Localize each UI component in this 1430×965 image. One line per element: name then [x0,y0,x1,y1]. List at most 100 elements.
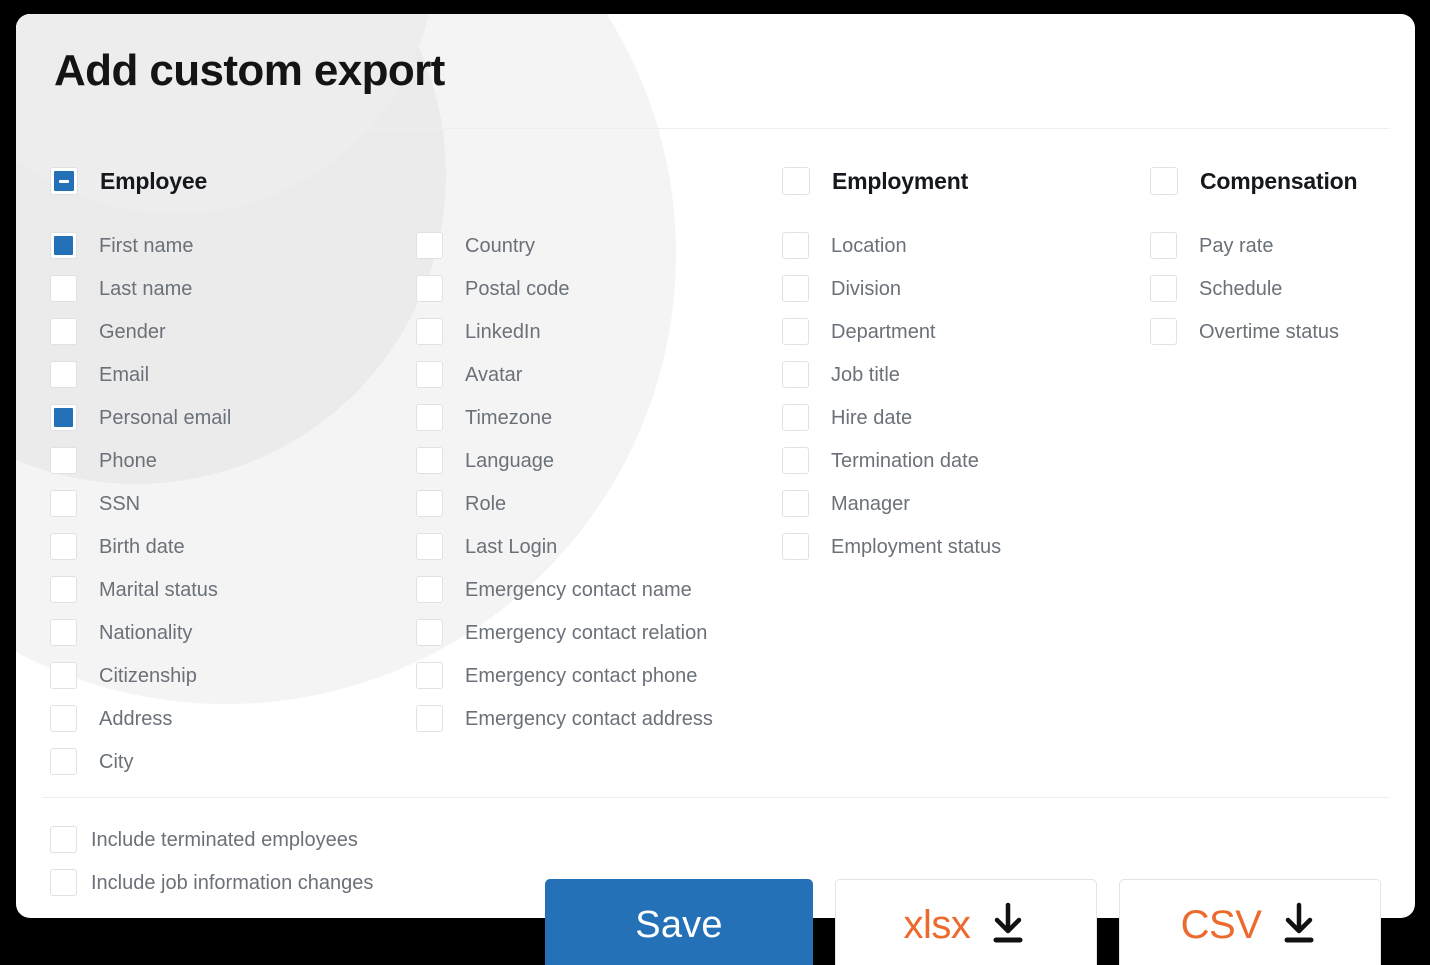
group-checkbox-employee[interactable] [50,167,78,195]
group-header-compensation[interactable]: Compensation [1150,159,1415,203]
checkbox-emergency-contact-name[interactable] [416,576,443,603]
checkbox-address[interactable] [50,705,77,732]
field-row-marital-status[interactable]: Marital status [50,568,420,611]
checkbox-pay-rate[interactable] [1150,232,1177,259]
checkbox-timezone[interactable] [416,404,443,431]
field-label-last-login: Last Login [465,535,558,558]
checkbox-last-name[interactable] [50,275,77,302]
group-checkbox-employment[interactable] [782,167,810,195]
checkbox-nationality[interactable] [50,619,77,646]
checkbox-linkedin[interactable] [416,318,443,345]
group-header-employment[interactable]: Employment [782,159,1154,203]
checkbox-postal-code[interactable] [416,275,443,302]
field-row-emergency-contact-relation[interactable]: Emergency contact relation [416,611,791,654]
checkbox-city[interactable] [50,748,77,775]
save-button[interactable]: Save [545,879,813,965]
checkbox-emergency-contact-relation[interactable] [416,619,443,646]
checkbox-job-title[interactable] [782,361,809,388]
column-employee-primary: Employee First name Last name Gender Ema… [50,129,420,783]
field-row-last-name[interactable]: Last name [50,267,420,310]
field-row-gender[interactable]: Gender [50,310,420,353]
field-row-personal-email[interactable]: Personal email [50,396,420,439]
field-row-last-login[interactable]: Last Login [416,525,791,568]
field-label-job-title: Job title [831,363,900,386]
field-row-emergency-contact-address[interactable]: Emergency contact address [416,697,791,740]
field-row-pay-rate[interactable]: Pay rate [1150,224,1415,267]
field-row-location[interactable]: Location [782,224,1154,267]
field-label-schedule: Schedule [1199,277,1283,300]
column-employee-secondary: Country Postal code LinkedIn Avatar Time… [416,129,791,740]
checkbox-include-job-information-changes[interactable] [50,869,77,896]
field-row-birth-date[interactable]: Birth date [50,525,420,568]
checkbox-citizenship[interactable] [50,662,77,689]
checkbox-phone[interactable] [50,447,77,474]
field-row-job-title[interactable]: Job title [782,353,1154,396]
checkbox-ssn[interactable] [50,490,77,517]
field-row-citizenship[interactable]: Citizenship [50,654,420,697]
field-row-emergency-contact-name[interactable]: Emergency contact name [416,568,791,611]
field-row-schedule[interactable]: Schedule [1150,267,1415,310]
checkbox-overtime-status[interactable] [1150,318,1177,345]
checkbox-birth-date[interactable] [50,533,77,560]
field-row-address[interactable]: Address [50,697,420,740]
field-row-division[interactable]: Division [782,267,1154,310]
checkbox-gender[interactable] [50,318,77,345]
field-row-overtime-status[interactable]: Overtime status [1150,310,1415,353]
field-row-country[interactable]: Country [416,224,791,267]
field-row-first-name[interactable]: First name [50,224,420,267]
group-label-employee: Employee [100,167,208,194]
field-row-hire-date[interactable]: Hire date [782,396,1154,439]
field-row-email[interactable]: Email [50,353,420,396]
field-row-termination-date[interactable]: Termination date [782,439,1154,482]
field-row-linkedin[interactable]: LinkedIn [416,310,791,353]
checkbox-termination-date[interactable] [782,447,809,474]
checkbox-employment-status[interactable] [782,533,809,560]
column-compensation: Compensation Pay rate Schedule Overtime … [1150,129,1415,353]
field-row-postal-code[interactable]: Postal code [416,267,791,310]
checkbox-emergency-contact-phone[interactable] [416,662,443,689]
field-label-language: Language [465,449,554,472]
field-label-employment-status: Employment status [831,535,1002,558]
field-row-role[interactable]: Role [416,482,791,525]
group-label-employment: Employment [832,167,969,194]
checkbox-country[interactable] [416,232,443,259]
checkbox-first-name[interactable] [50,232,77,259]
field-row-emergency-contact-phone[interactable]: Emergency contact phone [416,654,791,697]
field-row-department[interactable]: Department [782,310,1154,353]
download-icon [988,901,1028,950]
checkbox-location[interactable] [782,232,809,259]
field-row-language[interactable]: Language [416,439,791,482]
group-header-employee[interactable]: Employee [50,159,420,203]
checkbox-division[interactable] [782,275,809,302]
group-checkbox-compensation[interactable] [1150,167,1178,195]
checkbox-include-terminated-employees[interactable] [50,826,77,853]
checkbox-personal-email[interactable] [50,404,77,431]
field-row-ssn[interactable]: SSN [50,482,420,525]
checkbox-emergency-contact-address[interactable] [416,705,443,732]
export-csv-button[interactable]: CSV [1119,879,1381,965]
field-row-avatar[interactable]: Avatar [416,353,791,396]
page-title: Add custom export [54,46,445,95]
checkbox-email[interactable] [50,361,77,388]
field-row-employment-status[interactable]: Employment status [782,525,1154,568]
field-row-city[interactable]: City [50,740,420,783]
checkbox-department[interactable] [782,318,809,345]
field-list-employee-col1: First name Last name Gender Email Person… [50,224,420,783]
option-row-include-terminated-employees[interactable]: Include terminated employees [50,818,373,861]
field-row-phone[interactable]: Phone [50,439,420,482]
export-xlsx-button[interactable]: xlsx [835,879,1097,965]
checkbox-hire-date[interactable] [782,404,809,431]
field-row-nationality[interactable]: Nationality [50,611,420,654]
field-row-manager[interactable]: Manager [782,482,1154,525]
checkbox-manager[interactable] [782,490,809,517]
checkbox-language[interactable] [416,447,443,474]
field-label-termination-date: Termination date [831,449,979,472]
download-icon [1279,901,1319,950]
checkbox-last-login[interactable] [416,533,443,560]
checkbox-schedule[interactable] [1150,275,1177,302]
field-row-timezone[interactable]: Timezone [416,396,791,439]
checkbox-marital-status[interactable] [50,576,77,603]
option-row-include-job-information-changes[interactable]: Include job information changes [50,861,373,904]
checkbox-avatar[interactable] [416,361,443,388]
checkbox-role[interactable] [416,490,443,517]
